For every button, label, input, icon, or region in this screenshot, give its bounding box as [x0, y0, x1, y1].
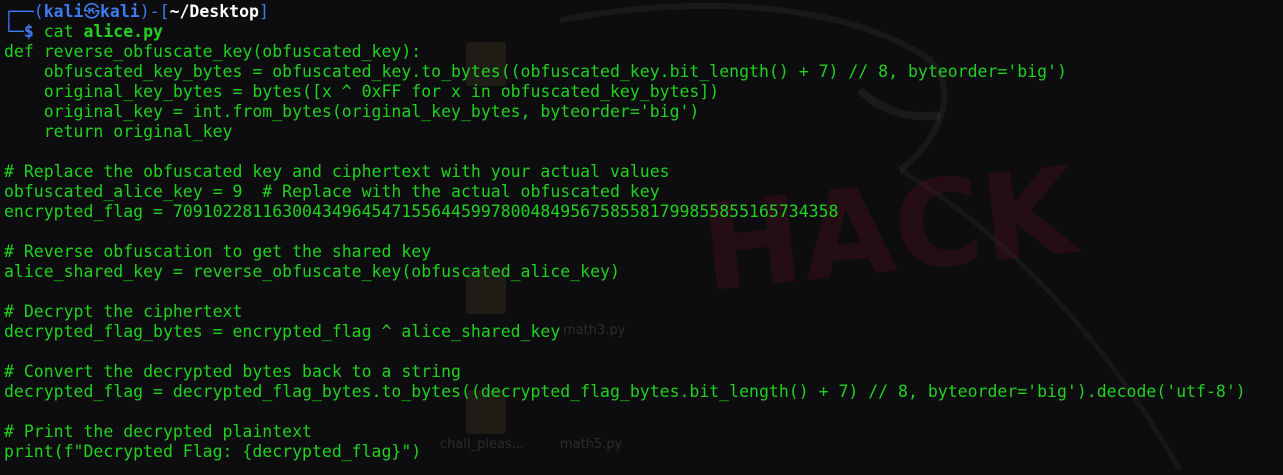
code-line: obfuscated_key_bytes = obfuscated_key.to…: [4, 62, 1067, 81]
prompt-frame-mid: )-[: [139, 2, 170, 21]
prompt-host: kali: [100, 2, 140, 21]
code-line: # Print the decrypted plaintext: [4, 422, 312, 441]
prompt-line-2: └─$ cat alice.py: [4, 22, 1246, 42]
prompt-dollar: $: [23, 22, 34, 41]
code-line: decrypted_flag_bytes = encrypted_flag ^ …: [4, 322, 561, 341]
prompt-user: kali: [43, 2, 84, 21]
code-line: original_key_bytes = bytes([x ^ 0xFF for…: [4, 82, 720, 101]
prompt-frame-close: ]: [258, 2, 269, 21]
code-line: obfuscated_alice_key = 9 # Replace with …: [4, 182, 660, 201]
code-line: decrypted_flag = decrypted_flag_bytes.to…: [4, 382, 1246, 401]
code-line: encrypted_flag = 70910228116300434964547…: [4, 202, 839, 221]
code-line: print(f"Decrypted Flag: {decrypted_flag}…: [4, 442, 422, 461]
prompt-path: ~/Desktop: [169, 2, 259, 21]
command-argument: alice.py: [83, 22, 163, 41]
code-line: def reverse_obfuscate_key(obfuscated_key…: [4, 42, 422, 61]
code-line: # Replace the obfuscated key and ciphert…: [4, 162, 670, 181]
code-line: alice_shared_key = reverse_obfuscate_key…: [4, 262, 620, 281]
terminal-output: ┌──(kali㉿kali)-[~/Desktop] └─$ cat alice…: [4, 2, 1246, 462]
kali-skull-icon: ㉿: [83, 2, 101, 21]
code-line: # Reverse obfuscation to get the shared …: [4, 242, 432, 261]
command-name: cat: [43, 22, 74, 41]
prompt-line-1: ┌──(kali㉿kali)-[~/Desktop]: [4, 2, 1246, 22]
file-content: def reverse_obfuscate_key(obfuscated_key…: [4, 42, 1246, 462]
code-line: original_key = int.from_bytes(original_k…: [4, 102, 700, 121]
terminal-window[interactable]: HACK math3.py chall_pleas... math5.py ┌─…: [0, 0, 1283, 475]
code-line: # Convert the decrypted bytes back to a …: [4, 362, 461, 381]
prompt-frame-bottom: └─: [4, 22, 24, 41]
code-line: # Decrypt the ciphertext: [4, 302, 243, 321]
code-line: return original_key: [4, 122, 233, 141]
prompt-frame-open: ┌──(: [4, 2, 44, 21]
